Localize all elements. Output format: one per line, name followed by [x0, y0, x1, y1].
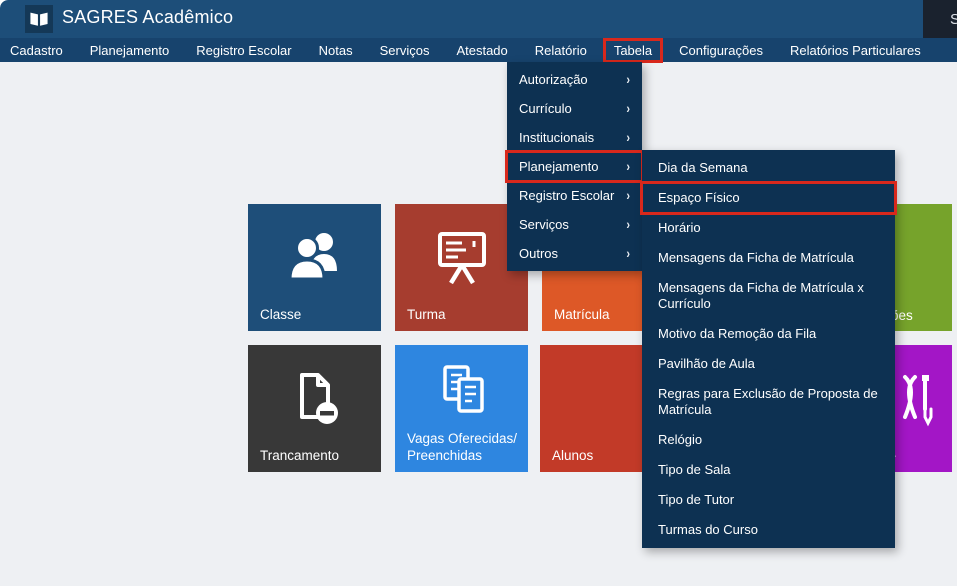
submenu-item-dia-da-semana[interactable]: Dia da Semana	[642, 153, 895, 183]
dropdown-item-planejamento[interactable]: Planejamento ›	[507, 152, 642, 181]
menu-item-relatorios-particulares[interactable]: Relatórios Particulares	[781, 40, 930, 61]
submenu-item-mensagens-ficha[interactable]: Mensagens da Ficha de Matrícula	[642, 243, 895, 273]
dropdown-item-outros[interactable]: Outros ›	[507, 239, 642, 268]
submenu-item-tipo-de-tutor[interactable]: Tipo de Tutor	[642, 485, 895, 515]
app-title: SAGRES Acadêmico	[62, 7, 233, 28]
dropdown-item-label: Institucionais	[519, 130, 594, 145]
documents-icon	[395, 361, 528, 421]
tile-label: Classe	[260, 306, 301, 323]
submenu-item-turmas-do-curso[interactable]: Turmas do Curso	[642, 515, 895, 545]
tile-trancamento[interactable]: Trancamento	[248, 345, 381, 472]
tile-label: Vagas Oferecidas/Preenchidas	[407, 430, 517, 464]
menu-item-servicos[interactable]: Serviços	[371, 40, 439, 61]
dropdown-item-servicos[interactable]: Serviços ›	[507, 210, 642, 239]
tile-label: Alunos	[552, 447, 593, 464]
dropdown-item-label: Serviços	[519, 217, 569, 232]
chevron-right-icon: ›	[626, 217, 630, 232]
chevron-right-icon: ›	[626, 188, 630, 203]
submenu-item-mensagens-ficha-curriculo[interactable]: Mensagens da Ficha de Matrícula x Curríc…	[642, 273, 895, 319]
open-book-icon	[29, 10, 49, 28]
dropdown-item-label: Registro Escolar	[519, 188, 614, 203]
app-logo	[25, 5, 53, 33]
tile-label: Matrícula	[554, 306, 610, 323]
chevron-right-icon: ›	[626, 159, 630, 174]
main-menubar: Cadastro Planejamento Registro Escolar N…	[0, 38, 957, 62]
dropdown-item-autorizacao[interactable]: Autorização ›	[507, 65, 642, 94]
submenu-item-relogio[interactable]: Relógio	[642, 425, 895, 455]
tile-label: Trancamento	[260, 447, 339, 464]
chevron-right-icon: ›	[626, 101, 630, 116]
tile-label: Turma	[407, 306, 446, 323]
chevron-right-icon: ›	[626, 246, 630, 261]
dropdown-item-label: Planejamento	[519, 159, 599, 174]
account-badge[interactable]: S	[923, 0, 957, 38]
menu-item-relatorio[interactable]: Relatório	[526, 40, 596, 61]
submenu-item-motivo-remocao-fila[interactable]: Motivo da Remoção da Fila	[642, 319, 895, 349]
dropdown-item-label: Outros	[519, 246, 558, 261]
submenu-item-espaco-fisico[interactable]: Espaço Físico	[642, 183, 895, 213]
tile-classe[interactable]: Classe	[248, 204, 381, 331]
dropdown-item-registro-escolar[interactable]: Registro Escolar ›	[507, 181, 642, 210]
submenu-item-regras-exclusao-proposta[interactable]: Regras para Exclusão de Proposta de Matr…	[642, 379, 895, 425]
dropdown-item-label: Currículo	[519, 101, 572, 116]
submenu-item-pavilhao-de-aula[interactable]: Pavilhão de Aula	[642, 349, 895, 379]
menu-item-configuracoes[interactable]: Configurações	[670, 40, 772, 61]
dropdown-item-institucionais[interactable]: Institucionais ›	[507, 123, 642, 152]
submenu-item-tipo-de-sala[interactable]: Tipo de Sala	[642, 455, 895, 485]
planejamento-submenu: Dia da Semana Espaço Físico Horário Mens…	[642, 150, 895, 548]
tile-vagas[interactable]: Vagas Oferecidas/Preenchidas	[395, 345, 528, 472]
tabela-dropdown-menu: Autorização › Currículo › Institucionais…	[507, 62, 642, 271]
submenu-item-horario[interactable]: Horário	[642, 213, 895, 243]
menu-item-registro-escolar[interactable]: Registro Escolar	[187, 40, 300, 61]
menu-item-cadastro[interactable]: Cadastro	[1, 40, 72, 61]
chevron-right-icon: ›	[626, 72, 630, 87]
menu-item-notas[interactable]: Notas	[310, 40, 362, 61]
menu-item-tabela[interactable]: Tabela	[605, 40, 661, 61]
menu-item-planejamento[interactable]: Planejamento	[81, 40, 179, 61]
title-bar: SAGRES Acadêmico S	[0, 0, 957, 38]
people-icon	[248, 226, 381, 288]
menu-item-atestado[interactable]: Atestado	[447, 40, 516, 61]
sagres-app-window: Classe Turma Matrícula ões	[0, 0, 957, 586]
dropdown-item-curriculo[interactable]: Currículo ›	[507, 94, 642, 123]
document-minus-icon	[248, 367, 381, 431]
chevron-right-icon: ›	[626, 130, 630, 145]
dropdown-item-label: Autorização	[519, 72, 588, 87]
